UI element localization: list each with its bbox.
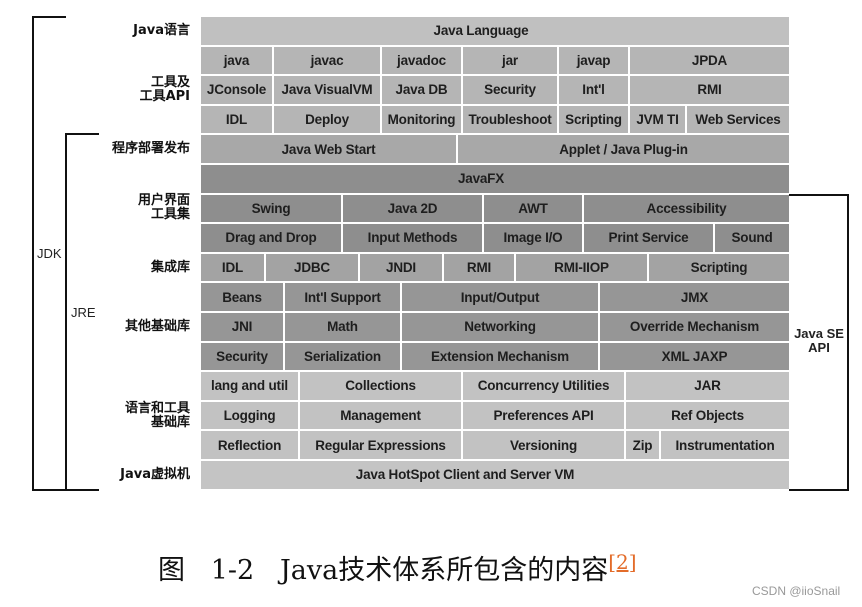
block-applet-java-plug-in: Applet / Java Plug-in xyxy=(458,135,789,163)
block-versioning: Versioning xyxy=(463,431,624,459)
block-web-services: Web Services xyxy=(687,105,789,134)
block-security: Security xyxy=(463,76,557,104)
row-label: 语言和工具 基础库 xyxy=(124,401,190,430)
block-logging: Logging xyxy=(201,401,298,430)
block-concurrency-utilities: Concurrency Utilities xyxy=(463,372,624,400)
block-jmx: JMX xyxy=(600,283,789,311)
block-instrumentation: Instrumentation xyxy=(661,431,789,459)
block-drag-and-drop: Drag and Drop xyxy=(201,224,341,252)
block-serialization: Serialization xyxy=(285,342,400,371)
figure-caption: 图 1-2 Java技术体系所包含的内容[2] xyxy=(158,548,637,587)
block-rmi: RMI xyxy=(630,76,789,104)
block-java-db: Java DB xyxy=(382,76,461,104)
row-label: 其他基础库 xyxy=(124,319,190,334)
block-image-i-o: Image I/O xyxy=(484,224,582,252)
block-regular-expressions: Regular Expressions xyxy=(300,431,461,459)
block-management: Management xyxy=(300,401,461,430)
block-jndi: JNDI xyxy=(360,253,442,282)
block-scripting: Scripting xyxy=(649,253,789,282)
block-input-methods: Input Methods xyxy=(343,224,482,252)
row-label: 用户界面 工具集 xyxy=(137,193,190,222)
block-networking: Networking xyxy=(402,313,598,341)
block-idl: IDL xyxy=(201,105,272,134)
se-api-label: Java SE API xyxy=(794,326,844,355)
block-idl: IDL xyxy=(201,253,264,282)
block-override-mechanism: Override Mechanism xyxy=(600,313,789,341)
block-ref-objects: Ref Objects xyxy=(626,401,789,430)
block-extension-mechanism: Extension Mechanism xyxy=(402,342,598,371)
jre-bracket-top xyxy=(65,133,99,135)
block-jconsole: JConsole xyxy=(201,76,272,104)
block-java-visualvm: Java VisualVM xyxy=(274,76,380,104)
jdk-label: JDK xyxy=(37,246,62,261)
block-java-language: Java Language xyxy=(201,17,789,45)
block-int-l-support: Int'l Support xyxy=(285,283,400,311)
block-jni: JNI xyxy=(201,313,283,341)
block-collections: Collections xyxy=(300,372,461,400)
row-label: 程序部署发布 xyxy=(111,141,190,156)
block-int-l: Int'l xyxy=(559,76,628,104)
block-javac: javac xyxy=(274,46,380,75)
block-jar: jar xyxy=(463,46,557,75)
se-api-bracket-top xyxy=(789,194,849,196)
block-deploy: Deploy xyxy=(274,105,380,134)
reference-link[interactable]: [2] xyxy=(608,550,636,574)
row-label: Java语言 xyxy=(133,23,190,38)
block-java-hotspot-client-and-server-vm: Java HotSpot Client and Server VM xyxy=(201,461,789,489)
block-sound: Sound xyxy=(715,224,789,252)
block-java-2d: Java 2D xyxy=(343,194,482,223)
block-rmi-iiop: RMI-IIOP xyxy=(516,253,647,282)
block-jdbc: JDBC xyxy=(266,253,358,282)
block-print-service: Print Service xyxy=(584,224,713,252)
watermark: CSDN @iioSnail xyxy=(752,584,841,598)
row-label: 工具及 工具API xyxy=(139,75,190,104)
block-javap: javap xyxy=(559,46,628,75)
block-rmi: RMI xyxy=(444,253,514,282)
caption-text: 图 1-2 Java技术体系所包含的内容 xyxy=(158,555,609,586)
se-api-bracket-vertical xyxy=(847,194,849,491)
block-lang-and-util: lang and util xyxy=(201,372,298,400)
block-xml-jaxp: XML JAXP xyxy=(600,342,789,371)
block-zip: Zip xyxy=(626,431,659,459)
block-awt: AWT xyxy=(484,194,582,223)
block-input-output: Input/Output xyxy=(402,283,598,311)
jre-bracket-vertical xyxy=(65,133,67,491)
block-scripting: Scripting xyxy=(559,105,628,134)
se-api-bracket-bottom xyxy=(789,489,849,491)
row-label: 集成库 xyxy=(150,260,190,275)
block-java: java xyxy=(201,46,272,75)
block-jar: JAR xyxy=(626,372,789,400)
jre-label: JRE xyxy=(71,305,96,320)
block-preferences-api: Preferences API xyxy=(463,401,624,430)
block-security: Security xyxy=(201,342,283,371)
block-troubleshoot: Troubleshoot xyxy=(463,105,557,134)
row-label: Java虚拟机 xyxy=(120,467,190,482)
block-javadoc: javadoc xyxy=(382,46,461,75)
block-monitoring: Monitoring xyxy=(382,105,461,134)
block-accessibility: Accessibility xyxy=(584,194,789,223)
block-javafx: JavaFX xyxy=(201,165,789,193)
block-math: Math xyxy=(285,313,400,341)
block-jvm-ti: JVM TI xyxy=(630,105,685,134)
jdk-bracket-top xyxy=(32,16,66,18)
block-java-web-start: Java Web Start xyxy=(201,135,456,163)
block-swing: Swing xyxy=(201,194,341,223)
block-jpda: JPDA xyxy=(630,46,789,75)
block-reflection: Reflection xyxy=(201,431,298,459)
block-beans: Beans xyxy=(201,283,283,311)
jdk-bracket-vertical xyxy=(32,16,34,491)
